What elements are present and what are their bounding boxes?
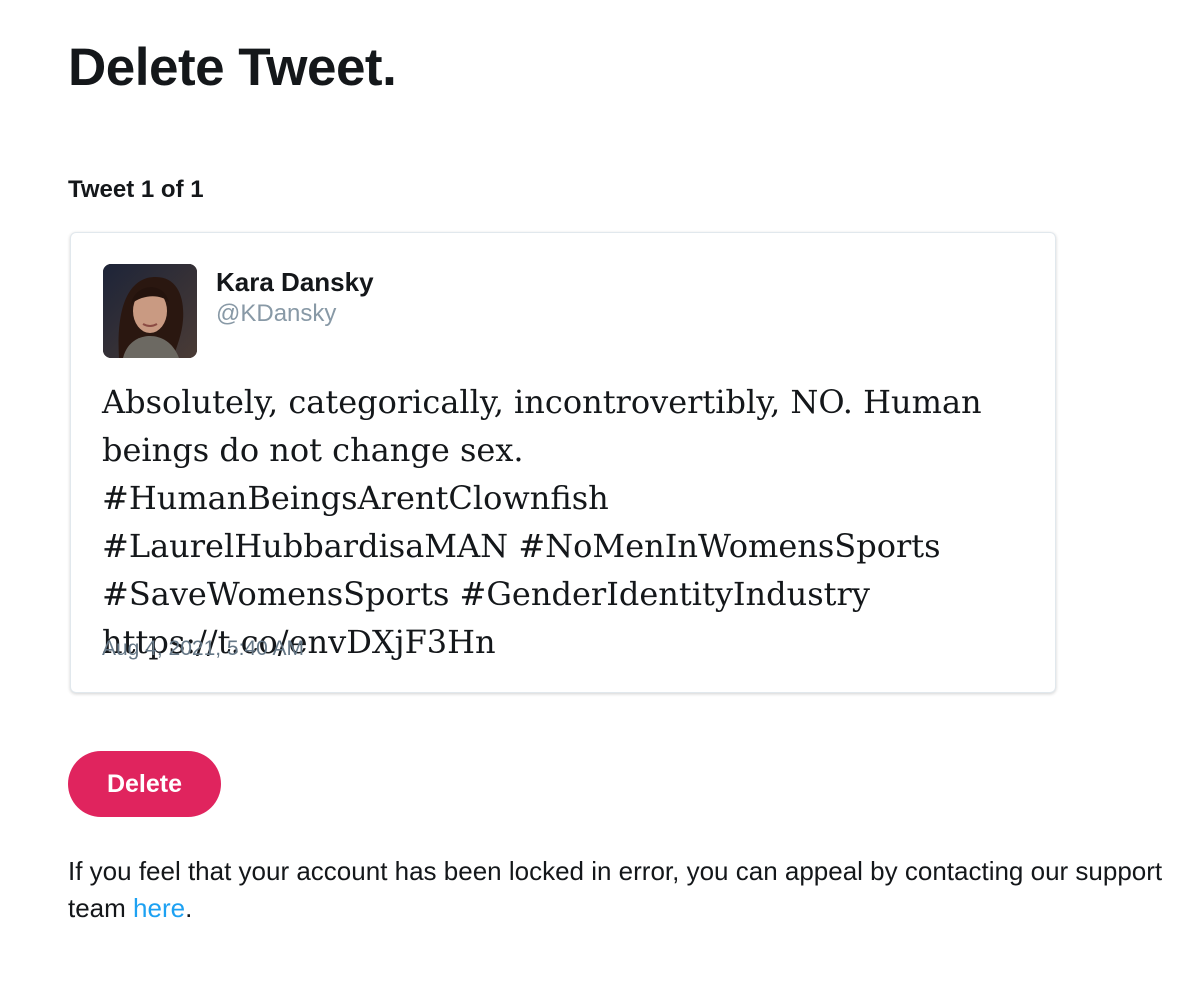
appeal-support-link[interactable]: here — [133, 893, 185, 923]
appeal-message: If you feel that your account has been l… — [68, 853, 1168, 927]
delete-button[interactable]: Delete — [68, 751, 221, 817]
appeal-message-period: . — [185, 893, 193, 923]
tweet-text: Absolutely, categorically, incontroverti… — [102, 383, 982, 661]
avatar-photo-icon — [103, 264, 197, 358]
avatar — [103, 264, 197, 358]
page-title: Delete Tweet. — [68, 38, 397, 97]
tweet-author-handle: @KDansky — [216, 300, 337, 327]
tweet-author-name: Kara Dansky — [216, 267, 374, 297]
page: Delete Tweet. Tweet 1 of 1 Kara Dansky @… — [0, 0, 1200, 989]
tweet-counter: Tweet 1 of 1 — [68, 176, 204, 203]
tweet-card: Kara Dansky @KDansky Absolutely, categor… — [70, 232, 1056, 693]
tweet-timestamp: Aug 4, 2021, 5:40 AM — [102, 637, 304, 660]
appeal-message-text: If you feel that your account has been l… — [68, 856, 1163, 923]
